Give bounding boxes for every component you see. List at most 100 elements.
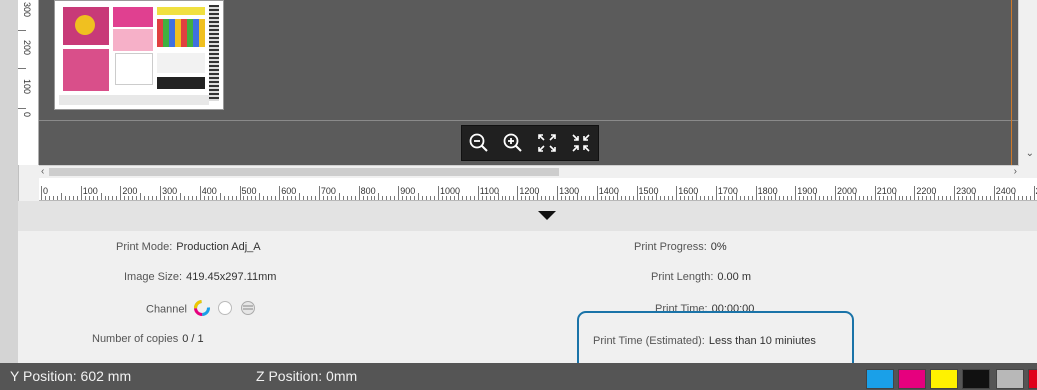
print-progress-label: Print Progress: xyxy=(634,241,707,253)
ruler-label: 700 xyxy=(320,186,336,196)
ruler-tick xyxy=(183,196,185,200)
ruler-tick xyxy=(370,196,372,200)
ruler-tick xyxy=(350,196,352,200)
ruler-tick xyxy=(644,196,646,200)
ruler-tick xyxy=(116,196,118,200)
ruler-tick xyxy=(1029,196,1031,200)
ruler-tick xyxy=(342,196,344,200)
thumb-image xyxy=(75,15,95,35)
scrollbar-thumb[interactable] xyxy=(49,168,559,176)
ruler-tick xyxy=(44,196,46,200)
ruler-tick xyxy=(668,196,670,200)
ruler-tick xyxy=(18,30,26,31)
ruler-tick xyxy=(120,186,122,200)
zoom-out-icon[interactable] xyxy=(465,129,493,157)
horizontal-scrollbar[interactable]: ‹ › xyxy=(39,165,1019,179)
scroll-down-icon[interactable]: ⌄ xyxy=(1026,148,1034,159)
ruler-tick xyxy=(862,196,864,200)
ruler-tick xyxy=(418,193,420,200)
ruler-tick xyxy=(1005,196,1007,200)
ruler-tick xyxy=(767,196,769,200)
ruler-tick xyxy=(636,186,638,200)
ruler-tick xyxy=(346,196,348,200)
thumb-image xyxy=(157,19,205,47)
ruler-tick xyxy=(310,196,312,200)
ruler-tick xyxy=(219,193,221,200)
ruler-tick xyxy=(703,196,705,200)
ruler-tick xyxy=(628,196,630,200)
ruler-tick xyxy=(763,196,765,200)
ruler-tick xyxy=(882,196,884,200)
ruler-label: 300 xyxy=(162,186,178,196)
ruler-tick xyxy=(592,196,594,200)
ruler-tick xyxy=(751,196,753,200)
ruler-tick xyxy=(493,196,495,200)
ruler-tick xyxy=(549,196,551,200)
ruler-tick xyxy=(235,196,237,200)
ruler-tick xyxy=(48,196,50,200)
zoom-toolbar xyxy=(461,125,599,161)
ruler-tick xyxy=(207,196,209,200)
ruler-tick xyxy=(640,196,642,200)
ruler-label: 400 xyxy=(201,186,217,196)
ruler-tick xyxy=(303,196,305,200)
ruler-tick xyxy=(612,196,614,200)
guide-line xyxy=(39,120,1019,121)
zoom-in-icon[interactable] xyxy=(499,129,527,157)
info-panel-toggle[interactable] xyxy=(18,201,1037,231)
ruler-label: 2300 xyxy=(956,186,977,196)
ruler-tick xyxy=(179,193,181,200)
scroll-right-icon[interactable]: › xyxy=(1014,166,1017,177)
z-position-readout: Z Position: 0mm xyxy=(256,368,358,384)
ruler-label: 100 xyxy=(22,79,32,95)
print-info-panel: Print Mode: Production Adj_A Image Size: 4… xyxy=(18,231,1037,363)
ruler-tick xyxy=(513,196,515,200)
print-progress-value: 0% xyxy=(710,241,727,253)
ruler-tick xyxy=(299,193,301,200)
ruler-tick xyxy=(366,196,368,200)
ruler-tick xyxy=(985,196,987,200)
ruler-tick xyxy=(557,186,559,200)
collapse-arrow-icon[interactable] xyxy=(538,211,556,220)
ruler-tick xyxy=(394,196,396,200)
ruler-tick xyxy=(938,196,940,200)
ruler-tick xyxy=(1025,196,1027,200)
color-channel-icon[interactable] xyxy=(194,300,211,319)
ruler-tick xyxy=(727,196,729,200)
ruler-tick xyxy=(144,196,146,200)
ruler-label: 1600 xyxy=(678,186,699,196)
ruler-tick xyxy=(989,196,991,200)
white-channel-icon[interactable] xyxy=(217,300,233,319)
ruler-tick xyxy=(795,186,797,200)
ruler-tick xyxy=(886,196,888,200)
ruler-tick xyxy=(632,196,634,200)
copies-row: Number of copies 0 / 1 xyxy=(92,333,204,345)
print-job-thumbnail[interactable] xyxy=(54,0,224,110)
ruler-tick xyxy=(652,196,654,200)
fit-to-window-icon[interactable] xyxy=(533,129,561,157)
ruler-tick xyxy=(700,196,702,200)
media-edge-line xyxy=(1011,0,1012,165)
ruler-tick xyxy=(362,196,364,200)
ruler-tick xyxy=(191,196,193,200)
vertical-scrollbar[interactable]: ⌄ xyxy=(1018,0,1037,165)
ruler-tick xyxy=(426,196,428,200)
thumb-image xyxy=(113,29,153,51)
ruler-tick xyxy=(715,186,717,200)
ruler-label: 0 xyxy=(43,186,49,196)
ruler-tick xyxy=(966,196,967,200)
scroll-left-icon[interactable]: ‹ xyxy=(41,166,44,177)
ruler-tick xyxy=(783,196,785,200)
ruler-tick xyxy=(243,196,245,200)
ruler-tick xyxy=(1017,196,1019,200)
ruler-tick xyxy=(152,196,154,200)
ruler-tick xyxy=(914,186,916,200)
vertical-ruler: 300 200 100 0 xyxy=(18,0,39,165)
varnish-channel-icon[interactable] xyxy=(240,300,256,319)
ruler-label: 200 xyxy=(22,40,32,56)
ruler-tick xyxy=(430,196,432,200)
actual-size-icon[interactable] xyxy=(567,129,595,157)
ruler-tick xyxy=(624,196,626,200)
ruler-tick xyxy=(541,196,543,200)
ruler-tick xyxy=(283,196,285,200)
